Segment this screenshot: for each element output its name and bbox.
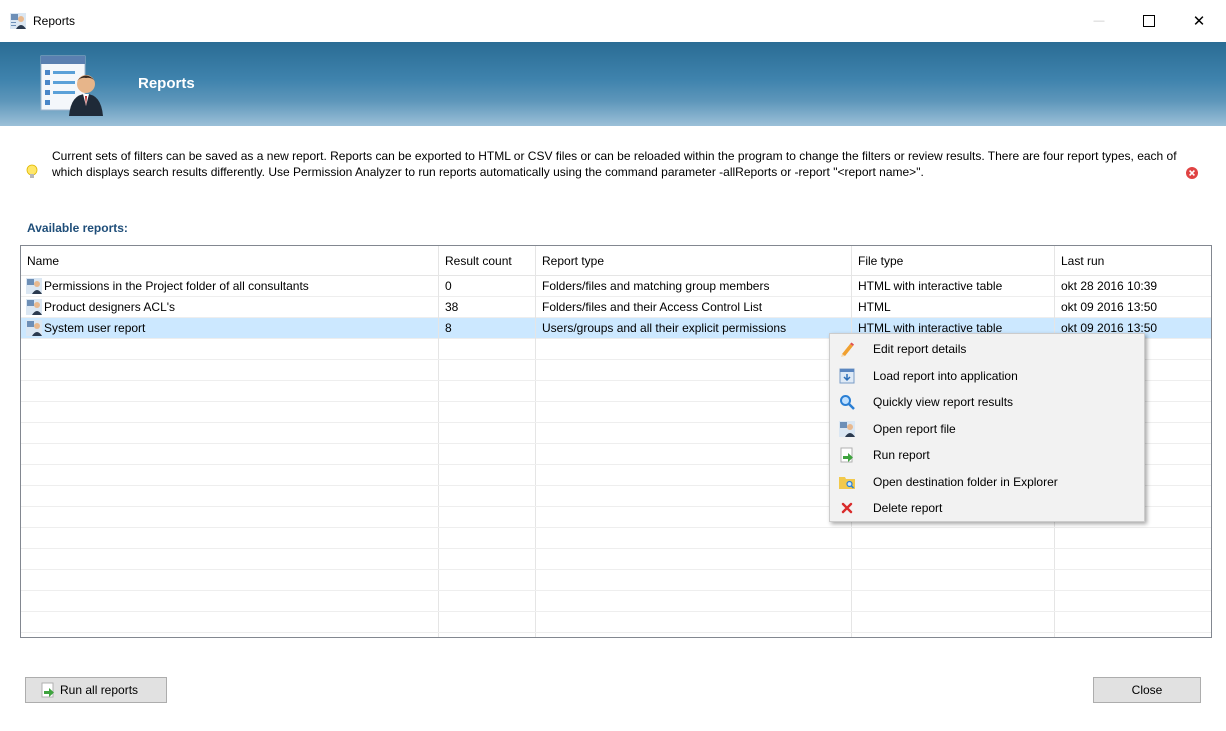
menu-item-quick-view[interactable]: Quickly view report results bbox=[830, 389, 1144, 416]
column-header-last-run[interactable]: Last run bbox=[1055, 246, 1211, 276]
report-type: Folders/files and their Access Control L… bbox=[536, 297, 852, 318]
report-type: Users/groups and all their explicit perm… bbox=[536, 318, 852, 339]
result-count: 8 bbox=[439, 318, 536, 339]
menu-item-delete-report[interactable]: Delete report bbox=[830, 495, 1144, 522]
run-arrow-icon bbox=[41, 682, 54, 698]
empty-row bbox=[21, 528, 1211, 549]
maximize-icon bbox=[1143, 15, 1155, 27]
reports-app-icon bbox=[10, 13, 26, 29]
report-name: Product designers ACL's bbox=[44, 300, 176, 314]
menu-label: Quickly view report results bbox=[873, 395, 1014, 409]
empty-row bbox=[21, 591, 1211, 612]
file-type: HTML bbox=[852, 297, 1055, 318]
user-report-icon bbox=[26, 277, 42, 294]
magnifier-icon bbox=[840, 395, 855, 410]
user-report-icon bbox=[26, 319, 42, 336]
dismiss-info-icon[interactable] bbox=[1186, 167, 1198, 179]
menu-label: Delete report bbox=[873, 501, 943, 515]
report-name: Permissions in the Project folder of all… bbox=[44, 279, 309, 293]
menu-label: Run report bbox=[873, 448, 930, 462]
title-bar: Reports — ✕ bbox=[0, 0, 1226, 42]
maximize-button[interactable] bbox=[1126, 0, 1172, 42]
close-window-button[interactable]: ✕ bbox=[1176, 0, 1222, 42]
header-banner: Reports bbox=[0, 42, 1226, 126]
pencil-icon bbox=[841, 342, 854, 357]
close-icon: ✕ bbox=[1192, 13, 1206, 30]
close-button-label: Close bbox=[1131, 683, 1163, 697]
report-type: Folders/files and matching group members bbox=[536, 276, 852, 297]
last-run: okt 09 2016 13:50 bbox=[1061, 300, 1158, 314]
minimize-icon: — bbox=[1093, 15, 1105, 27]
last-run: okt 28 2016 10:39 bbox=[1061, 279, 1158, 293]
file-type: HTML with interactive table bbox=[852, 276, 1055, 297]
empty-row bbox=[21, 549, 1211, 570]
user-report-icon bbox=[839, 420, 855, 437]
window-title: Reports bbox=[33, 14, 76, 28]
reports-banner-icon bbox=[40, 55, 103, 116]
context-menu: Edit report details Load report into app… bbox=[829, 333, 1145, 522]
available-reports-label: Available reports: bbox=[27, 221, 128, 235]
menu-label: Open destination folder in Explorer bbox=[873, 474, 1058, 489]
menu-label: Open report file bbox=[873, 421, 956, 436]
result-count: 38 bbox=[439, 297, 536, 318]
menu-item-load-report[interactable]: Load report into application bbox=[830, 363, 1144, 390]
menu-label: Load report into application bbox=[873, 368, 1018, 383]
run-all-reports-button[interactable]: Run all reports bbox=[25, 677, 167, 703]
minimize-button[interactable]: — bbox=[1076, 0, 1122, 42]
empty-row bbox=[21, 612, 1211, 633]
delete-x-icon bbox=[841, 502, 853, 514]
menu-label: Edit report details bbox=[873, 342, 967, 356]
menu-item-run-report[interactable]: Run report bbox=[830, 442, 1144, 469]
table-row[interactable]: Permissions in the Project folder of all… bbox=[21, 276, 1211, 297]
run-all-reports-label: Run all reports bbox=[60, 683, 139, 697]
table-header: Name Result count Report type File type … bbox=[21, 246, 1211, 276]
info-description: Current sets of filters can be saved as … bbox=[52, 149, 1177, 179]
load-report-icon bbox=[839, 368, 855, 383]
folder-search-icon bbox=[839, 476, 855, 489]
user-report-icon bbox=[26, 298, 42, 315]
table-row[interactable]: Product designers ACL's 38 Folders/files… bbox=[21, 297, 1211, 318]
run-arrow-icon bbox=[840, 447, 853, 463]
banner-title: Reports bbox=[138, 75, 195, 92]
column-header-file-type[interactable]: File type bbox=[852, 246, 1055, 276]
menu-item-open-report-file[interactable]: Open report file bbox=[830, 416, 1144, 443]
column-header-name[interactable]: Name bbox=[21, 246, 439, 276]
close-button[interactable]: Close bbox=[1093, 677, 1201, 703]
lightbulb-icon bbox=[26, 164, 38, 178]
menu-item-open-destination-folder[interactable]: Open destination folder in Explorer bbox=[830, 469, 1144, 496]
menu-item-edit-report-details[interactable]: Edit report details bbox=[830, 336, 1144, 363]
column-header-report-type[interactable]: Report type bbox=[536, 246, 852, 276]
column-header-result-count[interactable]: Result count bbox=[439, 246, 536, 276]
report-name: System user report bbox=[44, 321, 146, 335]
result-count: 0 bbox=[439, 276, 536, 297]
empty-row bbox=[21, 570, 1211, 591]
